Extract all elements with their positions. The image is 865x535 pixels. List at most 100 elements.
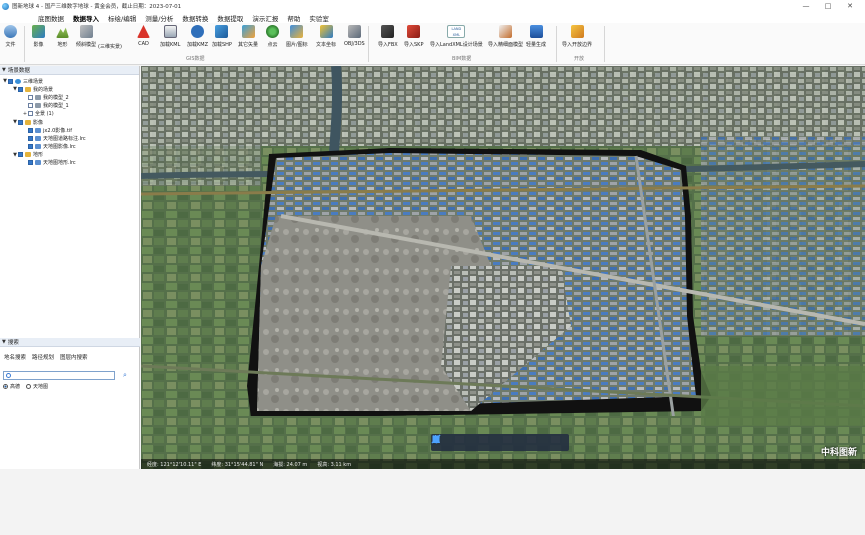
load-kml-button[interactable]: 加载KML — [160, 25, 180, 48]
tree-node[interactable]: ▼ 地形 — [0, 151, 139, 159]
text-coords-icon — [319, 25, 333, 38]
obj-3ds-icon — [347, 25, 361, 38]
image-icon — [35, 160, 41, 166]
layer-checkbox[interactable] — [28, 103, 33, 109]
watermark-logo: 中科图新 — [820, 448, 857, 458]
import-landxml-button[interactable]: LAND XML 导入LandXML设计场景 — [430, 25, 483, 48]
model-icon — [35, 103, 41, 109]
search-input[interactable] — [3, 371, 115, 380]
minimize-button[interactable]: — — [795, 2, 817, 10]
import-open-boundary-button[interactable]: 导入开放边界 — [562, 25, 592, 48]
cad-icon — [137, 25, 150, 38]
imagery-button[interactable]: 影像 — [32, 25, 45, 48]
menu-basemap[interactable]: 底图数据 — [38, 13, 64, 23]
menu-extract[interactable]: 数据提取 — [217, 13, 243, 23]
collapse-triangle-icon: ▼ — [2, 67, 6, 73]
ribbon-separator — [24, 26, 25, 62]
realscene-label[interactable]: (三维实景) — [98, 43, 122, 50]
tab-place-search[interactable]: 地名搜索 — [4, 353, 26, 361]
menu-measure-analyze[interactable]: 测量/分析 — [145, 13, 173, 23]
cad-button[interactable]: CAD — [137, 25, 150, 47]
satellite-imagery — [141, 66, 865, 469]
tree-node-label: 地形 — [33, 152, 44, 159]
layer-checkbox[interactable] — [28, 94, 33, 100]
menu-present[interactable]: 演示汇报 — [252, 13, 278, 23]
layer-checkbox[interactable] — [18, 86, 23, 92]
load-shp-button[interactable]: 加载SHP — [212, 25, 232, 48]
tab-layer-search[interactable]: 图层内搜索 — [60, 353, 88, 361]
polygon-icon[interactable] — [432, 435, 538, 449]
menu-draw-edit[interactable]: 标绘/编辑 — [108, 13, 136, 23]
lightweight-button[interactable]: 轻量生成 — [526, 25, 546, 48]
image-icon — [35, 127, 41, 133]
radio-gaode-label: 高德 — [10, 384, 21, 390]
search-panel-header[interactable]: ▼ 搜索 — [0, 338, 140, 347]
tree-node[interactable]: ▼ 影像 — [0, 118, 139, 126]
image-icon — [35, 135, 41, 141]
tree-node[interactable]: 我的模型_1 — [0, 102, 139, 110]
tree-node-label: 天地图道路标注.lrc — [43, 135, 86, 142]
left-panel: ▼ 场景数据 ▼ 三维场景 ▼ 我的场景 我的模型_2 我的模型_1 + 全景 (1) ▼ 影像 j… — [0, 66, 140, 469]
layer-checkbox[interactable] — [28, 160, 33, 166]
radio-tianditu[interactable] — [26, 384, 32, 389]
obj-3ds-button[interactable]: OBJ/3DS — [344, 25, 365, 47]
menu-convert[interactable]: 数据转换 — [182, 13, 208, 23]
map-view[interactable]: 中科图新 经度: 121°12'10.11" E 纬度: 31°15'44.81… — [141, 66, 865, 469]
import-skp-button[interactable]: 导入SKP — [404, 25, 423, 48]
tree-node[interactable]: 我的模型_2 — [0, 93, 139, 101]
file-button[interactable]: 文件 — [4, 25, 17, 48]
other-vector-button[interactable]: 其它矢量 — [238, 25, 258, 48]
pointer-icon[interactable] — [433, 435, 473, 449]
tree-node[interactable]: 天地图道路标注.lrc — [0, 134, 139, 142]
tree-node[interactable]: 天地图影像.lrc — [0, 143, 139, 151]
tab-route-plan[interactable]: 路径规划 — [32, 353, 54, 361]
layer-checkbox[interactable] — [8, 78, 13, 84]
tree-node[interactable]: jx2.0影像.tif — [0, 126, 139, 134]
menu-lab[interactable]: 实验室 — [309, 13, 329, 23]
tree-node-label: 天地图地形.lrc — [43, 160, 76, 167]
layer-checkbox[interactable] — [28, 144, 33, 150]
tree-node[interactable]: 天地图地形.lrc — [0, 159, 139, 167]
layer-checkbox[interactable] — [18, 119, 23, 125]
layer-checkbox[interactable] — [18, 152, 23, 158]
line-icon[interactable] — [431, 434, 517, 449]
radio-tianditu-label: 天地图 — [33, 384, 49, 390]
menu-import[interactable]: 数据导入 — [73, 13, 99, 23]
terrain-button[interactable]: 地形 — [56, 25, 69, 48]
menu-help[interactable]: 帮助 — [287, 13, 300, 23]
layer-checkbox[interactable] — [28, 127, 33, 133]
tree-node[interactable]: + 全景 (1) — [0, 110, 139, 118]
tree-node[interactable]: ▼ 我的场景 — [0, 85, 139, 93]
picture-icon-button[interactable]: 图片/图标 — [286, 25, 308, 48]
layer-checkbox[interactable] — [28, 111, 33, 117]
layers-panel-header[interactable]: ▼ 场景数据 — [0, 66, 139, 75]
tree-node-label: 影像 — [33, 119, 44, 126]
measure-icon[interactable] — [432, 435, 560, 449]
point-cloud-icon — [266, 25, 279, 38]
oblique-model-button[interactable]: 倾斜模型 — [76, 25, 96, 48]
import-fine-model-button[interactable]: 导入精细面模型 — [488, 25, 523, 48]
pin-icon[interactable] — [433, 436, 495, 449]
close-button[interactable]: ✕ — [839, 2, 861, 10]
search-tabs: 地名搜索 路径规划 图层内搜索 — [0, 352, 140, 362]
tree-node-label: 我的模型_1 — [43, 103, 69, 110]
tree-node-label: 三维场景 — [23, 78, 44, 85]
radio-gaode[interactable] — [3, 384, 8, 389]
layer-checkbox[interactable] — [28, 135, 33, 141]
tree-node[interactable]: ▼ 三维场景 — [0, 77, 139, 85]
picture-icon — [290, 25, 304, 38]
hand-icon[interactable] — [433, 435, 452, 449]
search-icon[interactable]: ⌕ — [123, 371, 127, 380]
tree-node-label: 全景 (1) — [35, 111, 54, 118]
oblique-model-icon — [79, 25, 93, 38]
ribbon-separator — [556, 26, 557, 62]
search-panel: ▼ 搜索 地名搜索 路径规划 图层内搜索 ⌕ 高德 天地图 — [0, 338, 140, 535]
load-kmz-button[interactable]: 加载KMZ — [187, 25, 208, 48]
landxml-icon: LAND XML — [447, 25, 466, 38]
maximize-button[interactable]: □ — [817, 2, 839, 10]
status-latitude: 纬度: 31°15'44.81" N — [211, 461, 264, 468]
point-cloud-button[interactable]: 点云 — [266, 25, 279, 48]
text-coords-button[interactable]: 文本坐标 — [316, 25, 336, 48]
import-fbx-button[interactable]: 导入FBX — [378, 25, 398, 48]
tree-node-label: 我的模型_2 — [43, 94, 69, 101]
